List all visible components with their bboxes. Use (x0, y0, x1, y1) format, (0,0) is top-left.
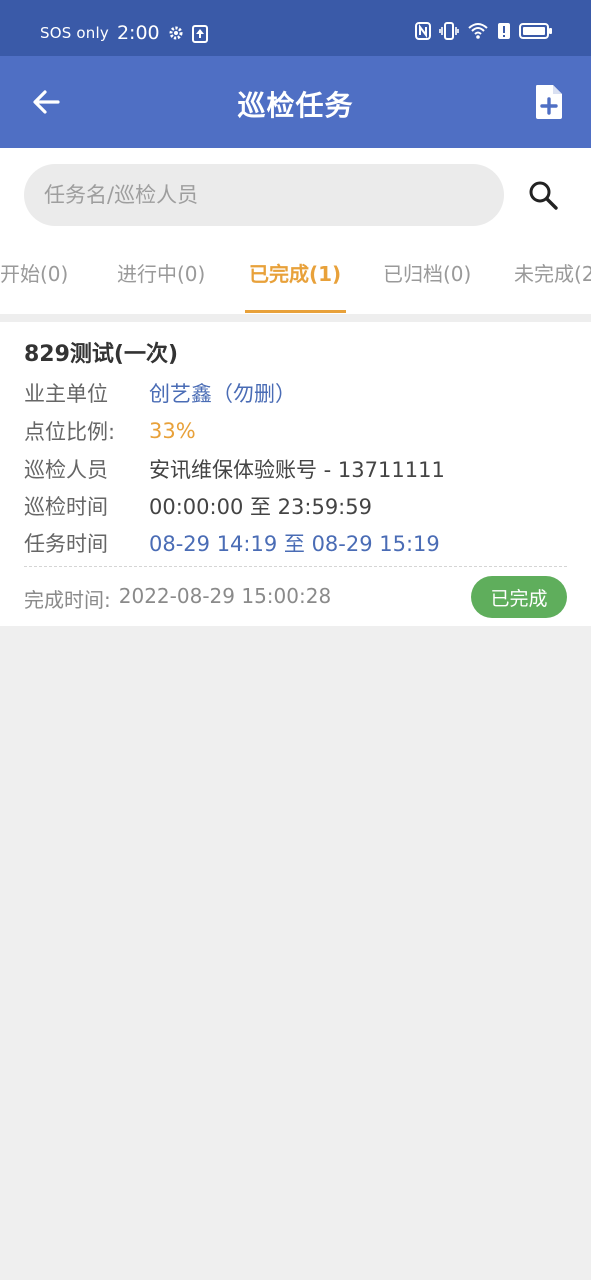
wifi-icon (467, 22, 489, 44)
field-label: 点位比例: (24, 420, 116, 444)
field-owner: 业主单位 创艺鑫（勿删） (24, 378, 296, 408)
clock: 2:00 (116, 22, 160, 44)
completed-time: 完成时间: 2022-08-29 15:00:28 (24, 584, 331, 613)
app-bar: 巡检任务 (0, 56, 591, 148)
inspection-time-value: 00:00:00 至 23:59:59 (149, 495, 372, 519)
divider (0, 314, 591, 322)
inspector-value: 安讯维保体验账号 - 13711111 (149, 458, 445, 482)
page-title: 巡检任务 (237, 89, 354, 122)
field-label: 巡检时间 (24, 495, 108, 519)
search-input[interactable] (24, 164, 504, 226)
status-tabs: 未开始(0) 进行中(0) 已完成(1) 已归档(0) 未完成(2 (0, 234, 591, 314)
dashed-divider (24, 566, 567, 567)
completed-time-label: 完成时间: (24, 588, 111, 612)
search-button[interactable] (522, 174, 564, 216)
gear-icon (168, 25, 184, 41)
field-inspection-time: 巡检时间 00:00:00 至 23:59:59 (24, 491, 372, 521)
status-badge: 已完成 (471, 576, 567, 618)
battery-icon (519, 22, 553, 44)
tab-completed[interactable]: 已完成(1) (249, 258, 341, 287)
add-document-icon (536, 85, 562, 119)
tab-not-started[interactable]: 未开始(0) (0, 258, 68, 287)
tab-archived[interactable]: 已归档(0) (383, 258, 471, 287)
owner-unit-value: 创艺鑫（勿删） (149, 382, 296, 406)
task-card[interactable]: 829测试(一次) 业主单位 创艺鑫（勿删） 点位比例: 33% 巡检人员 安讯… (0, 322, 591, 626)
search-area (0, 148, 591, 234)
completed-time-value: 2022-08-29 15:00:28 (118, 584, 332, 608)
search-icon (529, 181, 558, 210)
carrier-label: SOS only (40, 24, 109, 42)
nfc-icon (415, 22, 431, 44)
field-point-ratio: 点位比例: 33% (24, 416, 196, 446)
task-time-value: 08-29 14:19 至 08-29 15:19 (149, 532, 440, 556)
tab-in-progress[interactable]: 进行中(0) (117, 258, 205, 287)
status-bar: SOS only 2:00 (0, 0, 591, 56)
field-task-time: 任务时间 08-29 14:19 至 08-29 15:19 (24, 528, 440, 558)
field-inspector: 巡检人员 安讯维保体验账号 - 13711111 (24, 454, 445, 484)
field-label: 任务时间 (24, 532, 108, 556)
active-tab-indicator (245, 310, 346, 313)
field-label: 巡检人员 (24, 458, 108, 482)
field-label: 业主单位 (24, 382, 108, 406)
add-task-button[interactable] (529, 80, 569, 124)
upload-icon (191, 25, 208, 43)
task-title: 829测试(一次) (24, 342, 179, 367)
point-ratio-value: 33% (149, 419, 196, 443)
alert-icon (497, 22, 511, 44)
vibrate-icon (439, 22, 459, 44)
tab-incomplete[interactable]: 未完成(2 (514, 258, 591, 287)
